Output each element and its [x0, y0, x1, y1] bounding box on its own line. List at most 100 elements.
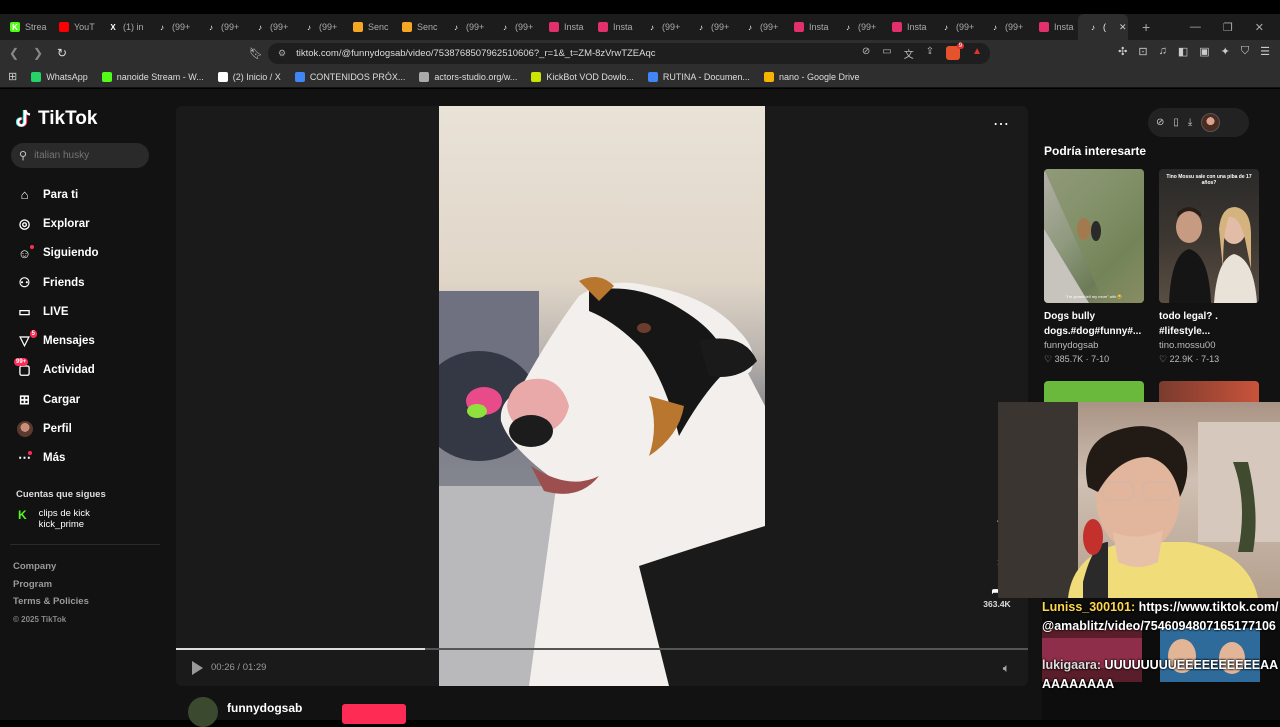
browser-tab[interactable]: Insta [882, 14, 931, 40]
author-name[interactable]: funnydogsab [227, 701, 302, 715]
browser-tab[interactable]: Senc [343, 14, 392, 40]
browser-tab[interactable]: ♪ (99+ [686, 14, 735, 40]
search-input[interactable] [34, 150, 135, 161]
follow-button[interactable] [342, 704, 406, 724]
share-icon[interactable]: ⇪ [926, 46, 934, 61]
reload-icon[interactable]: ↻ [52, 46, 72, 60]
browser-tab[interactable]: YouT [49, 14, 98, 40]
video-frame[interactable] [439, 106, 765, 686]
device-icon[interactable]: ▯ [1173, 117, 1179, 128]
user-avatar[interactable] [1201, 113, 1221, 132]
bookmark-item[interactable]: actors-studio.org/w... [419, 71, 517, 82]
footer-link-program[interactable]: Program [13, 576, 89, 594]
back-icon[interactable]: ❮ [4, 46, 24, 60]
chat-username: lukigaara: [1042, 658, 1102, 672]
browser-tab[interactable]: ♪ (99+ [490, 14, 539, 40]
browser-tab[interactable]: Insta [784, 14, 833, 40]
nav-label: Perfil [43, 423, 72, 436]
vpn-icon[interactable]: ⛉ [1241, 45, 1249, 58]
bookmark-item[interactable]: nanoide Stream - W... [101, 71, 204, 82]
coins-icon[interactable]: ⊘ [1156, 117, 1164, 128]
nav-item-live[interactable]: ▭ LIVE [16, 297, 99, 326]
address-bar[interactable]: ⚙ tiktok.com/@funnydogsab/video/75387685… [268, 43, 990, 64]
new-tab-icon[interactable]: + [1142, 19, 1150, 35]
browser-tab[interactable]: ♪ (99+ [196, 14, 245, 40]
browser-tab[interactable]: ♪ (99+ [245, 14, 294, 40]
bookmark-item[interactable]: RUTINA - Documen... [647, 71, 750, 82]
play-icon[interactable] [192, 661, 203, 675]
forward-icon[interactable]: ❯ [28, 46, 48, 60]
nav-item-mensajes[interactable]: ▽ 5 Mensajes [16, 326, 99, 355]
nav-item-siguiendo[interactable]: ☺ Siguiendo [16, 239, 99, 268]
more-options-icon[interactable]: ⋯ [993, 114, 1010, 134]
brave-shields-icon[interactable]: 9 [946, 43, 965, 60]
nav-item-actividad[interactable]: ▢ 99+ Actividad [14, 356, 99, 385]
media-icon[interactable]: ♫ [1159, 45, 1167, 58]
browser-tab[interactable]: Insta [588, 14, 637, 40]
card-author[interactable]: funnydogsab [1044, 340, 1144, 351]
card-author[interactable]: tino.mossu00 [1159, 340, 1259, 351]
leo-ai-icon[interactable]: ✦ [1221, 45, 1230, 58]
browser-tab[interactable]: ♪ (99+ [980, 14, 1029, 40]
progress-bar[interactable] [176, 648, 1028, 650]
bookmark-item[interactable]: KickBot VOD Dowlo... [531, 71, 634, 82]
nav-item-friends[interactable]: ⚇ Friends [16, 268, 99, 297]
menu-icon[interactable]: ☰ [1260, 45, 1270, 58]
browser-tab[interactable]: X (1) in [98, 14, 147, 40]
browser-tab[interactable]: ♪ (99+ [637, 14, 686, 40]
browser-tab[interactable]: ♪ (99+ [931, 14, 980, 40]
search-box[interactable]: ⚲ [11, 143, 149, 168]
browser-tab[interactable]: ♪ (99+ [833, 14, 882, 40]
video-player[interactable]: ⋯ 00:26 / 01:29 🔈︎ [176, 106, 1028, 686]
download-icon[interactable]: ⤓ [1188, 117, 1192, 128]
brave-rewards-icon[interactable]: ▲ [972, 46, 982, 61]
wallet-icon[interactable]: ▣ [1199, 45, 1209, 58]
nav-item-cargar[interactable]: ⊞ Cargar [16, 385, 99, 414]
nav-item-mas[interactable]: ⋯ Más [16, 444, 99, 473]
browser-tab[interactable]: Senc [392, 14, 441, 40]
nav-item-para-ti[interactable]: ⌂ Para ti [16, 180, 99, 209]
minimize-icon[interactable]: — [1190, 21, 1201, 33]
bookmark-item[interactable]: CONTENIDOS PRÓX... [294, 71, 405, 82]
browser-tab[interactable]: K Strea [0, 14, 49, 40]
translate-icon[interactable]: 文 [904, 46, 914, 61]
browser-tab[interactable]: ♪ (99+ [441, 14, 490, 40]
footer-link-terms[interactable]: Terms & Policies [13, 593, 89, 611]
recommendation-card[interactable]: Tino Mossu sale con una piba de 17 años?… [1159, 169, 1259, 365]
bookmarks-bar: ⊞ WhatsApp nanoide Stream - W... (2) Inici… [0, 66, 1280, 88]
browser-tab[interactable]: Insta [1029, 14, 1078, 40]
activity-badge: 99+ [14, 357, 29, 366]
browser-tab[interactable]: Insta [539, 14, 588, 40]
apps-icon[interactable]: ⊞ [8, 70, 17, 83]
browser-tab[interactable]: ♪ (99+ [735, 14, 784, 40]
author-avatar[interactable] [188, 697, 218, 727]
close-window-icon[interactable]: ✕ [1255, 21, 1264, 34]
sidebar-toggle-icon[interactable]: ◧ [1178, 45, 1188, 58]
active-browser-tab[interactable]: ♪ (✕ [1078, 14, 1128, 40]
recommendation-card[interactable]: "I'm gonna tell my mom" ahh 😂 Dogs bully… [1044, 169, 1144, 365]
following-account[interactable]: K clips de kick kick_prime [18, 508, 90, 530]
no-camera-icon[interactable]: ⊘ [862, 46, 870, 61]
close-tab-icon[interactable]: ✕ [1119, 22, 1127, 33]
bookmark-item[interactable]: (2) Inicio / X [217, 71, 281, 82]
cast-icon[interactable]: ▭ [882, 46, 891, 61]
site-info-icon[interactable]: ⚙ [278, 48, 286, 59]
divider [10, 544, 160, 545]
bookmark-item[interactable]: nano - Google Drive [763, 71, 859, 82]
nav-item-explorar[interactable]: ◎ Explorar [16, 209, 99, 238]
restore-icon[interactable]: ❐ [1223, 21, 1233, 34]
extensions-icon[interactable]: ✣ [1118, 45, 1127, 58]
browser-tab[interactable]: ♪ (99+ [294, 14, 343, 40]
bookmark-favicon [531, 71, 542, 82]
volume-icon[interactable]: 🔈︎ [1003, 661, 1010, 676]
bookmark-item[interactable]: WhatsApp [31, 71, 88, 82]
tiktok-logo[interactable]: TikTok [16, 108, 97, 130]
bookmark-page-icon[interactable]: 🔖︎ [249, 47, 263, 60]
thumbnail-overlay-text: Tino Mossu sale con una piba de 17 años? [1166, 174, 1252, 186]
tab-label: (99+ [662, 22, 681, 32]
nav-item-perfil[interactable]: Perfil [16, 414, 99, 443]
browser-tab[interactable]: ♪ (99+ [147, 14, 196, 40]
nav-label: Friends [43, 276, 85, 289]
screenshot-icon[interactable]: ⊡ [1138, 45, 1147, 58]
footer-link-company[interactable]: Company [13, 558, 89, 576]
